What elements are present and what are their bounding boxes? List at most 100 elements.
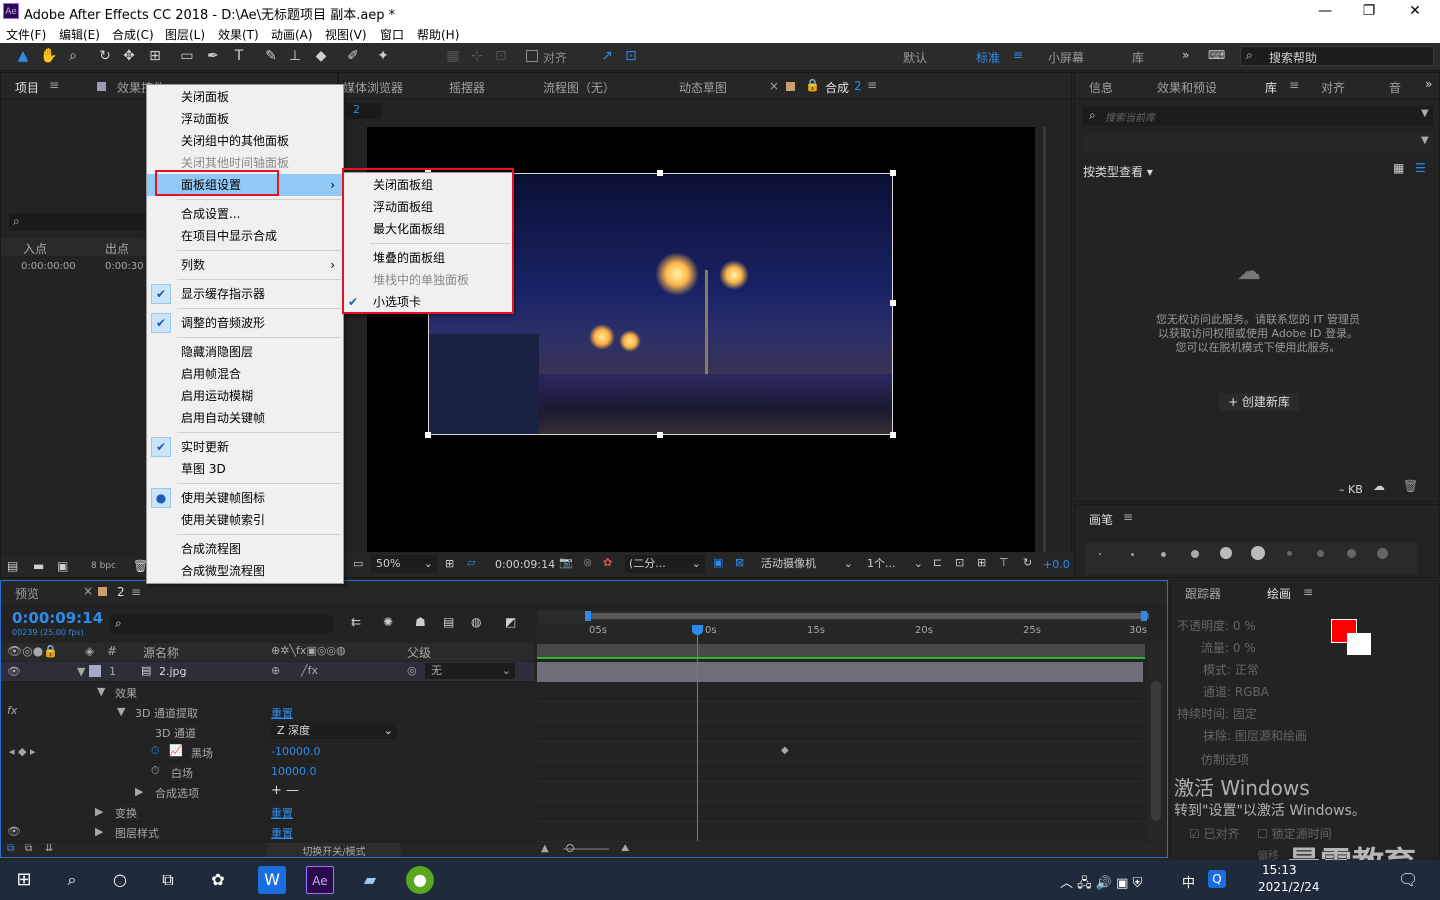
menu-animation[interactable]: 动画(A) bbox=[271, 26, 313, 43]
channels-row[interactable]: 通道: RGBA bbox=[1203, 683, 1343, 700]
in-out-icon[interactable]: ⇊ bbox=[45, 843, 53, 854]
ime-indicator[interactable]: 中 bbox=[1182, 872, 1195, 891]
tab-composition[interactable]: 合成 bbox=[825, 79, 849, 96]
resolution-dropdown[interactable]: (二分... ⌄ bbox=[625, 555, 705, 573]
comp-name-label[interactable]: 2 bbox=[854, 79, 862, 93]
background-color-swatch[interactable] bbox=[1347, 633, 1371, 655]
property-row[interactable]: ◂ ◆ ▸ ⏱ 📈 黑场 -10000.0 bbox=[1, 742, 534, 762]
minimize-button[interactable]: — bbox=[1302, 2, 1348, 22]
menu-item-float-panel[interactable]: 浮动面板 bbox=[147, 108, 343, 130]
twirl-open-icon[interactable]: ▼ bbox=[97, 685, 105, 698]
sync-settings-icon[interactable]: ⌨ bbox=[1208, 48, 1225, 62]
tab-audio[interactable]: 音 bbox=[1389, 79, 1401, 96]
transparency-grid-icon[interactable]: ⊠ bbox=[735, 556, 744, 569]
tab-wiggler[interactable]: 摇摆器 bbox=[449, 79, 485, 96]
menu-view[interactable]: 视图(V) bbox=[325, 26, 367, 43]
pickwhip-icon[interactable]: ◎ bbox=[407, 664, 417, 677]
fast-previews-icon[interactable]: ⊡ bbox=[955, 556, 964, 569]
col-out-point[interactable]: 出点 bbox=[105, 240, 129, 257]
work-area-end-handle[interactable] bbox=[1141, 611, 1147, 621]
tab-brushes[interactable]: 画笔 bbox=[1089, 511, 1113, 528]
source-name-header[interactable]: 源名称 bbox=[143, 644, 179, 661]
menu-item-composition-settings[interactable]: 合成设置... bbox=[147, 203, 343, 225]
parent-dropdown[interactable]: 无 ⌄ bbox=[425, 663, 515, 679]
menu-item-draft-3d[interactable]: 草图 3D bbox=[147, 458, 343, 480]
qq-icon[interactable]: Q bbox=[1208, 870, 1226, 888]
black-point-value[interactable]: -10000.0 bbox=[271, 745, 320, 758]
clock-date[interactable]: 2021/2/24 bbox=[1258, 880, 1320, 894]
tab-timeline-comp[interactable]: 2 bbox=[117, 585, 125, 599]
roto-brush-tool-icon[interactable]: ✐ bbox=[344, 47, 362, 65]
camera-dropdown[interactable]: 活动摄像机 ⌄ bbox=[757, 555, 857, 573]
property-row[interactable]: ⏱ 白场 10000.0 bbox=[1, 762, 534, 782]
pan-behind-tool-icon[interactable]: ⊞ bbox=[146, 47, 164, 65]
brush-tip[interactable] bbox=[1161, 552, 1166, 557]
transform-handle[interactable] bbox=[425, 432, 431, 438]
tab-flowchart[interactable]: 流程图（无） bbox=[543, 79, 615, 96]
menu-item-live-update[interactable]: ✔ 实时更新 bbox=[147, 436, 343, 458]
brush-tool-icon[interactable]: ✎ bbox=[262, 47, 280, 65]
zoom-in-icon[interactable]: ⛰ bbox=[621, 843, 629, 854]
time-ruler[interactable]: 05s 0s 15s 20s 25s 30s bbox=[537, 623, 1147, 643]
list-view-icon[interactable]: ☰ bbox=[1415, 161, 1426, 175]
time-zoom-handle[interactable] bbox=[566, 844, 574, 852]
effect-reset-link[interactable]: 重置 bbox=[271, 705, 293, 721]
twirl-open-icon[interactable]: ▼ bbox=[77, 665, 85, 678]
keyframe-navigator-icon[interactable]: ◂ ◆ ▸ bbox=[9, 745, 36, 758]
brush-tip[interactable] bbox=[1347, 549, 1356, 558]
brush-tip[interactable] bbox=[1099, 553, 1101, 555]
libraries-menu-icon[interactable]: ≡ bbox=[1289, 78, 1299, 92]
parent-header[interactable]: 父级 bbox=[407, 644, 431, 661]
transform-handle[interactable] bbox=[890, 170, 896, 176]
menu-composition[interactable]: 合成(C) bbox=[112, 26, 154, 43]
menu-item-use-keyframe-indices[interactable]: 使用关键帧索引 bbox=[147, 509, 343, 531]
work-area-bar[interactable] bbox=[537, 611, 1149, 623]
app-melon-icon[interactable]: ● bbox=[406, 866, 434, 894]
current-time-display[interactable]: 0:00:09:14 bbox=[495, 558, 555, 571]
hand-tool-icon[interactable]: ✋ bbox=[40, 47, 58, 65]
tab-motion-sketch[interactable]: 动态草图 bbox=[679, 79, 727, 96]
transform-handle[interactable] bbox=[657, 170, 663, 176]
after-effects-taskbar-icon[interactable]: Ae bbox=[306, 866, 334, 894]
paint-menu-icon[interactable]: ≡ bbox=[1303, 585, 1313, 599]
zoom-out-icon[interactable]: ▲ bbox=[541, 843, 549, 854]
menu-help[interactable]: 帮助(H) bbox=[417, 26, 459, 43]
library-selector-dropdown[interactable]: ▼ bbox=[1083, 133, 1433, 153]
bpc-label[interactable]: 8 bpc bbox=[91, 561, 116, 571]
world-axis-icon[interactable]: ⊹ bbox=[468, 47, 486, 65]
white-point-value[interactable]: 10000.0 bbox=[271, 765, 317, 778]
workspace-small-screen[interactable]: 小屏幕 bbox=[1048, 49, 1084, 66]
menu-item-composition-mini-flowchart[interactable]: 合成微型流程图 bbox=[147, 560, 343, 582]
app-glass-icon[interactable]: ▰ bbox=[356, 866, 384, 894]
puppet-tool-icon[interactable]: ✦ bbox=[374, 47, 392, 65]
snap-features-icon[interactable]: ⊡ bbox=[622, 47, 640, 65]
twirl-closed-icon[interactable]: ▶ bbox=[95, 805, 103, 818]
effects-group-row[interactable]: ▼ 效果 bbox=[1, 682, 534, 702]
opacity-row[interactable]: 不透明度: 0 % bbox=[1177, 617, 1317, 634]
app-pinwheel-icon[interactable]: ✿ bbox=[204, 866, 232, 894]
layer-row[interactable]: 👁 ▼ 1 ▤ 2.jpg ⊕ ╱fx ◎ 无 ⌄ bbox=[1, 662, 534, 682]
workspace-menu-icon[interactable]: ≡ bbox=[1013, 48, 1023, 62]
channel-dropdown[interactable]: Z 深度 ⌄ bbox=[271, 723, 397, 739]
create-library-button[interactable]: + 创建新库 bbox=[1219, 393, 1299, 411]
scrollbar-thumb[interactable] bbox=[1151, 681, 1161, 821]
toggle-pixel-aspect-icon[interactable]: ⊏ bbox=[933, 556, 942, 569]
menu-item-enable-motion-blur[interactable]: 启用运动模糊 bbox=[147, 385, 343, 407]
transform-reset-link[interactable]: 重置 bbox=[271, 805, 293, 821]
menu-item-close-other-panels[interactable]: 关闭组中的其他面板 bbox=[147, 130, 343, 152]
aligned-checkbox[interactable]: ☑ 已对齐 bbox=[1189, 825, 1240, 842]
view-axis-icon[interactable]: ⊡ bbox=[492, 47, 510, 65]
pen-tool-icon[interactable]: ✒ bbox=[204, 47, 222, 65]
menu-item-show-cache-indicators[interactable]: ✔ 显示缓存指示器 bbox=[147, 283, 343, 305]
search-icon[interactable]: ⌕ bbox=[58, 866, 86, 894]
property-row[interactable]: 3D 通道 Z 深度 ⌄ bbox=[1, 722, 534, 742]
brush-tips-grid[interactable] bbox=[1085, 543, 1417, 575]
comp-menu-icon[interactable]: ≡ bbox=[867, 78, 877, 92]
twirl-closed-icon[interactable]: ▶ bbox=[95, 825, 103, 838]
windows-start-icon[interactable]: ⊞ bbox=[10, 866, 38, 894]
camera-tool-icon[interactable]: ✥ bbox=[120, 47, 138, 65]
tab-libraries[interactable]: 库 bbox=[1265, 79, 1277, 96]
timeline-icon[interactable]: ⊞ bbox=[977, 556, 986, 569]
new-composition-icon[interactable]: ▣ bbox=[57, 559, 68, 573]
viewer-scrollbar[interactable] bbox=[1043, 127, 1046, 552]
